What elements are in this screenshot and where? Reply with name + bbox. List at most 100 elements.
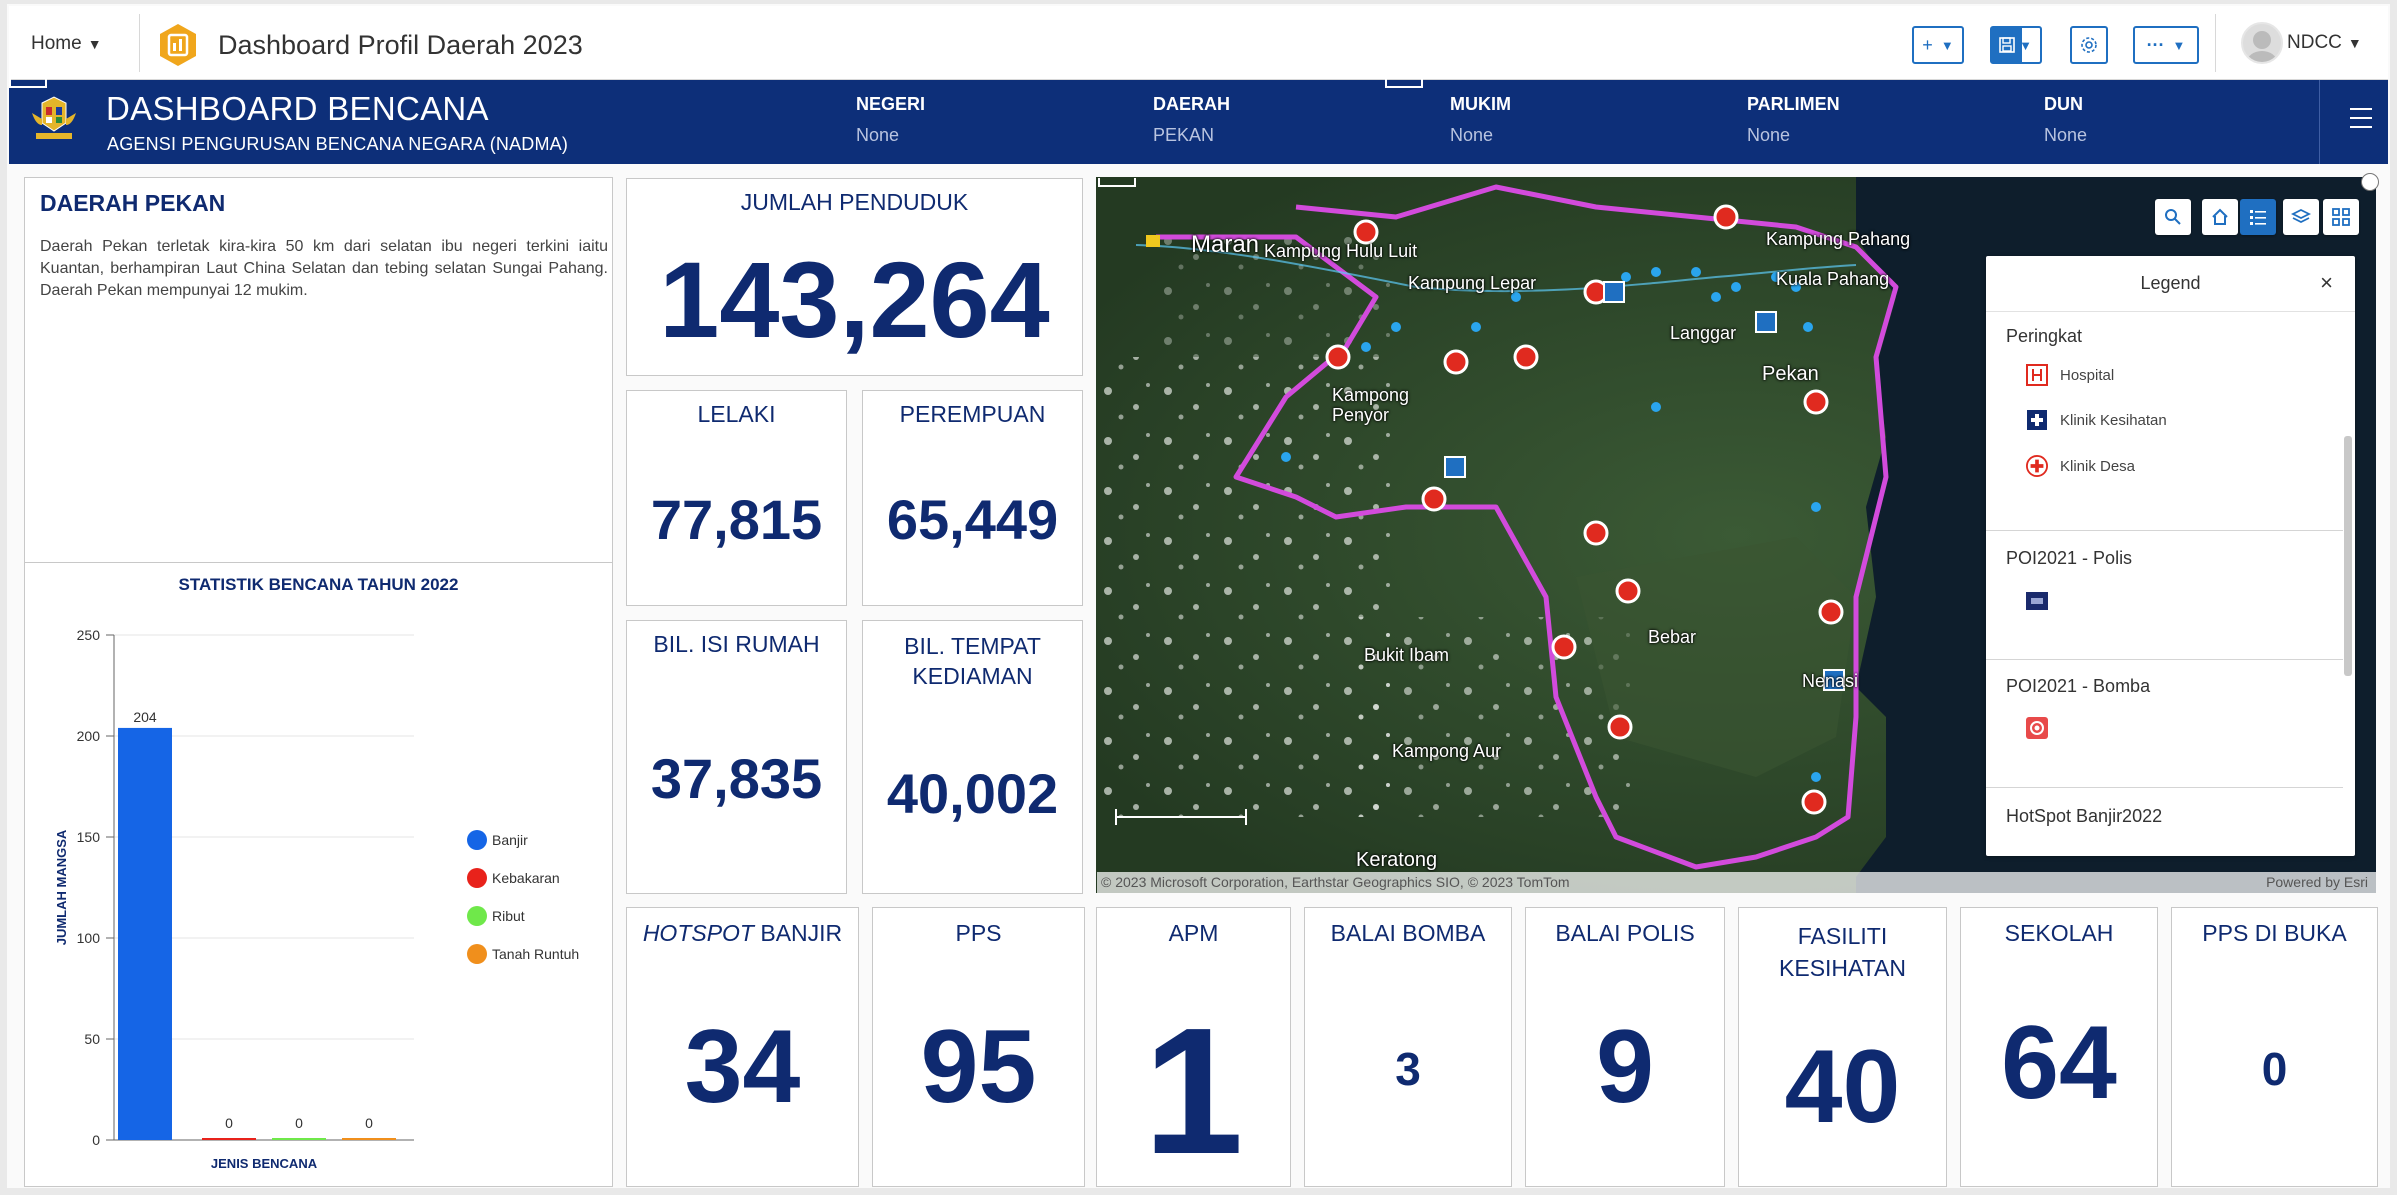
data-label: 0	[365, 1115, 373, 1131]
card-value: 40	[1784, 1029, 1901, 1145]
card-label: SEKOLAH	[2004, 920, 2114, 946]
attribution-text: © 2023 Microsoft Corporation, Earthstar …	[1101, 874, 1570, 890]
card-value: 34	[684, 1009, 801, 1125]
police-icon	[2026, 590, 2048, 612]
divider	[139, 14, 140, 72]
selector-value: PEKAN	[1153, 125, 1215, 145]
map-basemap-button[interactable]	[2323, 199, 2359, 235]
legend-section: POI2021 - Bomba	[2006, 676, 2151, 696]
apm-card: APM 1	[1096, 907, 1291, 1192]
home-label: Home	[31, 33, 82, 54]
map-label: Langgar	[1670, 323, 1737, 343]
legend-section: POI2021 - Polis	[2006, 548, 2133, 568]
card-label-emphasis: HOTSPOT	[642, 920, 754, 946]
divider	[2215, 14, 2216, 72]
disaster-bar-chart: 0 50 100 150 200 250 204 0 0 0 JENIS BENCANA JUMLAH…	[54, 627, 579, 1171]
selector-value: None	[856, 125, 900, 145]
malaysia-crest-logo	[32, 96, 76, 139]
panel-handle	[9, 79, 47, 88]
chevron-down-icon: ▼	[2172, 37, 2186, 53]
card-label: BALAI POLIS	[1555, 920, 1695, 946]
more-options-button[interactable]: ··· ▼	[2133, 26, 2199, 64]
isi-rumah-card: BIL. ISI RUMAH 37,835	[626, 620, 847, 894]
district-title: DAERAH PEKAN	[40, 190, 226, 216]
basemap-gallery-icon	[2332, 208, 2350, 226]
card-label: LELAKI	[697, 401, 776, 427]
hotspot-banjir-card: HOTSPOT BANJIR 34	[626, 907, 859, 1187]
panel-handle	[1385, 79, 1423, 88]
selector-parlimen[interactable]: PARLIMEN None	[1747, 94, 1840, 146]
card-value: 143,264	[659, 239, 1050, 360]
divider	[2319, 80, 2320, 164]
dashboard-subtitle: AGENSI PENGURUSAN BENCANA NEGARA (NADMA)	[107, 134, 569, 154]
avatar	[2241, 22, 2283, 64]
map-label: Bukit Ibam	[1364, 645, 1450, 665]
dashboard-app-icon	[160, 24, 196, 66]
selector-label: NEGERI	[856, 94, 926, 114]
add-button[interactable]: + ▼	[1912, 26, 1964, 64]
y-tick-label: 50	[84, 1031, 100, 1047]
card-label: BIL. ISI RUMAH	[653, 631, 820, 657]
legend-label: Klinik Kesihatan	[2060, 411, 2167, 429]
legend-scrollbar[interactable]	[2344, 436, 2352, 676]
home-icon	[2212, 208, 2228, 225]
y-tick-label: 250	[77, 627, 101, 643]
bar-tanah-runtuh	[342, 1138, 396, 1140]
map-attribution: © 2023 Microsoft Corporation, Earthstar …	[1097, 872, 2376, 893]
map-layers-button[interactable]	[2283, 199, 2319, 235]
save-menu-button[interactable]: ▼	[1990, 26, 2042, 64]
fasiliti-kesihatan-card: FASILITI KESIHATAN 40	[1738, 907, 1947, 1187]
card-label: PEREMPUAN	[899, 401, 1046, 427]
x-axis-title: JENIS BENCANA	[211, 1156, 318, 1171]
selector-daerah[interactable]: DAERAH PEKAN	[1153, 94, 1230, 146]
jumlah-penduduk-card: JUMLAH PENDUDUK 143,264	[626, 178, 1083, 376]
map-label: Kampung Hulu Luit	[1264, 241, 1418, 261]
legend-item: Hospital	[2026, 364, 2114, 386]
bar-banjir	[118, 727, 172, 1140]
map-legend-button[interactable]	[2240, 199, 2276, 235]
map-label: Kampung Lepar	[1408, 273, 1537, 293]
hospital-icon	[2026, 364, 2048, 386]
legend-swatch	[467, 830, 487, 850]
bar-kebakaran	[202, 1138, 256, 1140]
add-label: +	[1922, 34, 1933, 55]
map-search-button[interactable]	[2155, 199, 2191, 235]
data-label: 0	[295, 1115, 303, 1131]
settings-button[interactable]	[2070, 26, 2108, 64]
selector-dun[interactable]: DUN None	[2044, 94, 2087, 146]
dashboard-header: DASHBOARD BENCANA AGENSI PENGURUSAN BENC…	[9, 79, 2388, 164]
home-menu[interactable]: Home ▼	[31, 33, 102, 55]
selector-mukim[interactable]: MUKIM None	[1450, 94, 1511, 146]
map-label: Kampong Aur	[1392, 741, 1502, 761]
hamburger-menu-icon[interactable]	[2350, 108, 2372, 135]
y-tick-label: 100	[77, 930, 101, 946]
card-value: 37,835	[650, 747, 823, 810]
y-axis-title: JUMLAH MANGSA	[54, 829, 69, 945]
map-home-button[interactable]	[2202, 199, 2238, 235]
map-label: Keratong	[1356, 849, 1438, 871]
card-label: BIL. TEMPAT KEDIAMAN	[904, 633, 1041, 689]
divider	[1986, 787, 2343, 788]
legend-swatch	[467, 868, 487, 888]
card-value: 77,815	[650, 488, 823, 551]
card-label: APM	[1168, 920, 1219, 946]
selector-negeri[interactable]: NEGERI None	[856, 94, 925, 146]
user-menu[interactable]: NDCC ▼	[2241, 22, 2362, 64]
card-label-rest: BANJIR	[753, 920, 843, 946]
powered-by-text: Powered by Esri	[2266, 874, 2368, 890]
card-value: 40,002	[886, 762, 1059, 825]
selector-label: MUKIM	[1450, 94, 1511, 114]
map-label: Bebar	[1648, 627, 1697, 647]
gear-icon	[2081, 37, 2097, 53]
map-label: Nenasi	[1802, 671, 1859, 691]
legend-label: Banjir	[492, 832, 528, 848]
close-icon[interactable]: ×	[2320, 270, 2333, 296]
fire-station-icon	[2026, 717, 2048, 739]
card-label: PPS	[955, 920, 1002, 946]
card-value: 1	[1143, 991, 1244, 1192]
selector-value: None	[1747, 125, 1791, 145]
expand-icon[interactable]	[2361, 173, 2379, 191]
search-icon	[2165, 209, 2181, 225]
user-name: NDCC	[2287, 32, 2342, 53]
balai-polis-card: BALAI POLIS 9	[1525, 907, 1725, 1187]
